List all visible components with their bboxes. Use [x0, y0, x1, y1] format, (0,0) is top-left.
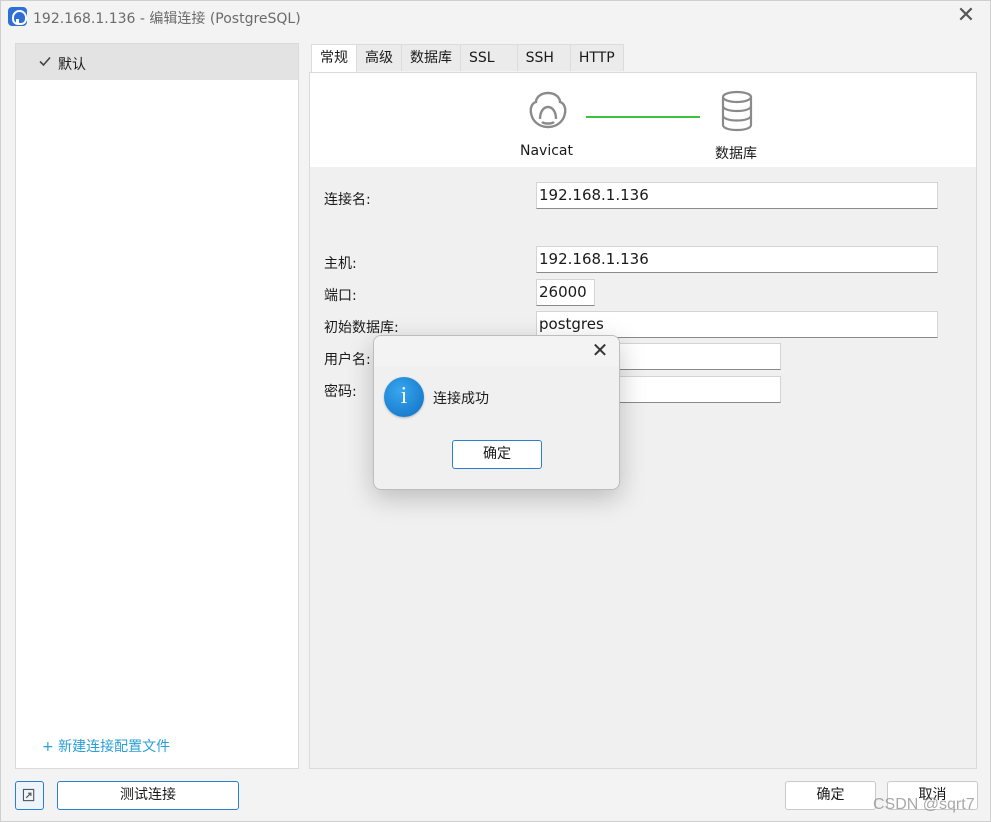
profile-list: 默认 + 新建连接配置文件	[15, 43, 299, 769]
connection-name-label: 连接名:	[324, 192, 371, 208]
settings-tabs: 常规 高级 数据库 SSL SSH HTTP	[311, 44, 624, 73]
watermark: CSDN @sqrt7	[873, 796, 975, 813]
postgresql-app-icon	[8, 7, 27, 26]
window-close-button[interactable]: ✕	[954, 5, 978, 29]
initial-database-input[interactable]: postgres	[536, 311, 938, 338]
host-label: 主机:	[324, 256, 357, 272]
navicat-label: Navicat	[520, 143, 573, 159]
tab-database[interactable]: 数据库	[401, 44, 461, 71]
database-icon	[721, 90, 753, 132]
host-input[interactable]: 192.168.1.136	[536, 246, 938, 273]
port-label: 端口:	[324, 288, 357, 304]
title-bar: 192.168.1.136 - 编辑连接 (PostgreSQL) ✕	[1, 1, 990, 33]
tab-ssh[interactable]: SSH	[516, 44, 571, 71]
username-label: 用户名:	[324, 352, 371, 368]
connection-link-line	[586, 116, 700, 118]
window-title: 192.168.1.136 - 编辑连接 (PostgreSQL)	[33, 11, 301, 27]
dialog-ok-button[interactable]: 确定	[452, 440, 542, 469]
navicat-logo-icon	[529, 91, 567, 129]
dialog-close-button[interactable]: ✕	[589, 340, 611, 362]
connection-success-dialog: ✕ i 连接成功 确定	[373, 335, 620, 490]
new-profile-link[interactable]: + 新建连接配置文件	[42, 736, 170, 756]
tab-http[interactable]: HTTP	[569, 44, 624, 71]
port-input[interactable]: 26000	[536, 279, 595, 306]
connection-banner: Navicat 数据库	[310, 73, 976, 167]
tab-general[interactable]: 常规	[311, 44, 357, 73]
expand-button[interactable]	[15, 781, 44, 810]
dialog-title-bar: ✕	[374, 336, 619, 366]
profile-item-default[interactable]: 默认	[16, 44, 298, 80]
dialog-message: 连接成功	[433, 391, 489, 407]
profile-item-label: 默认	[58, 57, 86, 73]
test-connection-button[interactable]: 测试连接	[57, 781, 239, 810]
ok-button[interactable]: 确定	[785, 781, 876, 810]
expand-icon	[22, 788, 35, 802]
initial-database-label: 初始数据库:	[324, 320, 399, 336]
database-label: 数据库	[715, 146, 757, 162]
info-icon: i	[384, 377, 424, 417]
check-icon	[39, 56, 51, 67]
connection-name-input[interactable]: 192.168.1.136	[536, 182, 938, 209]
tab-advanced[interactable]: 高级	[356, 44, 402, 71]
edit-connection-window: 192.168.1.136 - 编辑连接 (PostgreSQL) ✕ 默认 +…	[0, 0, 991, 822]
password-label: 密码:	[324, 384, 357, 400]
tab-ssl[interactable]: SSL	[460, 44, 518, 71]
